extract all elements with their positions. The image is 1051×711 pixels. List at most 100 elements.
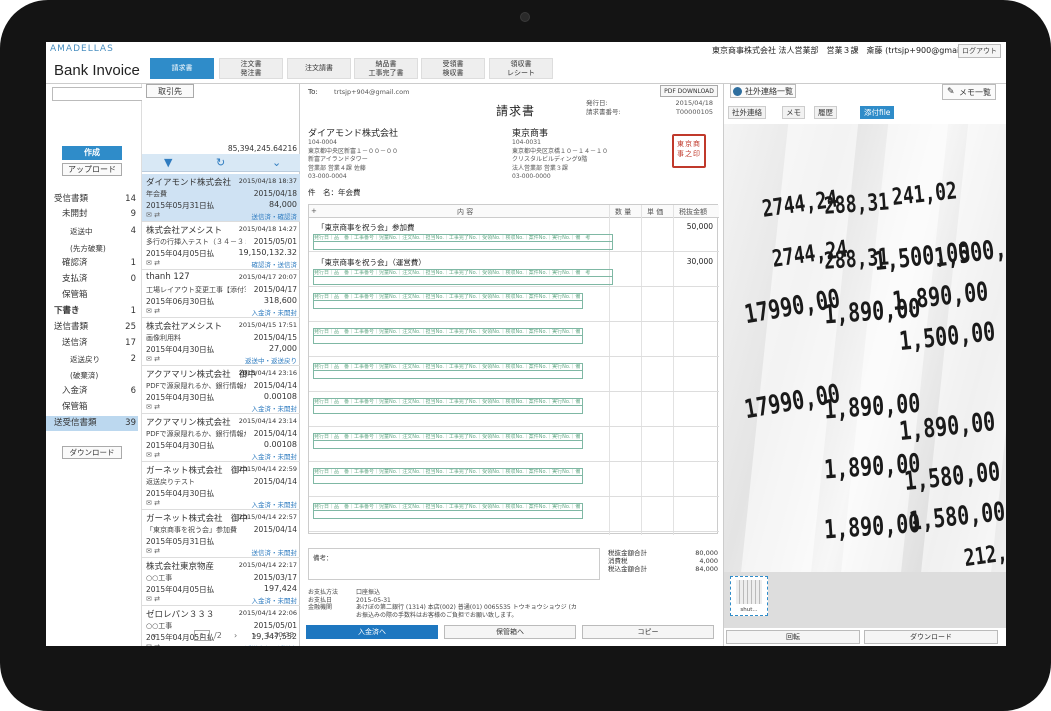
- folder-count: 6: [130, 386, 136, 396]
- attachment-tab[interactable]: 添付file: [860, 106, 895, 119]
- upload-button[interactable]: アップロード: [62, 163, 122, 176]
- line-item-row[interactable]: 発行日｜品 番｜工事番号｜児童No.｜注文No.｜担当No.｜工事完了No.｜受…: [309, 324, 719, 357]
- last-page-icon[interactable]: »: [252, 631, 257, 640]
- code-values[interactable]: [313, 242, 613, 250]
- refresh-icon[interactable]: ↻: [216, 156, 225, 169]
- rotate-button[interactable]: 回転: [726, 630, 860, 644]
- remarks-box[interactable]: 備考：: [308, 548, 600, 580]
- folder-item[interactable]: 送信書類 25: [46, 320, 138, 335]
- line-item-row[interactable]: 発行日｜品 番｜工事番号｜児童No.｜注文No.｜担当No.｜工事完了No.｜受…: [309, 429, 719, 462]
- folder-item[interactable]: 返送中 4: [46, 224, 138, 239]
- folder-item[interactable]: 支払済 0: [46, 272, 138, 287]
- code-fields[interactable]: 発行日｜品 番｜工事番号｜児童No.｜注文No.｜担当No.｜工事完了No.｜受…: [313, 328, 583, 336]
- logout-button[interactable]: ログアウト: [958, 44, 1001, 58]
- add-row-icon[interactable]: +: [311, 207, 317, 215]
- folder-item[interactable]: 未開封 9: [46, 207, 138, 222]
- attachment-tab[interactable]: メモ: [782, 106, 805, 119]
- line-item-row[interactable]: 発行日｜品 番｜工事番号｜児童No.｜注文No.｜担当No.｜工事完了No.｜受…: [309, 289, 719, 322]
- folder-count: 0: [130, 274, 136, 284]
- code-fields[interactable]: 発行日｜品 番｜工事番号｜児童No.｜注文No.｜担当No.｜工事完了No.｜受…: [313, 269, 613, 277]
- doc-type-tab[interactable]: 納品書 工事完了書: [354, 58, 418, 79]
- line-item-row[interactable]: 発行日｜品 番｜工事番号｜児童No.｜注文No.｜担当No.｜工事完了No.｜受…: [309, 359, 719, 392]
- recipient-button[interactable]: 取引先: [146, 84, 194, 98]
- code-values[interactable]: [313, 277, 613, 285]
- list-item[interactable]: ダイアモンド株式会社 2015/04/18 18:37 年会費 2015/04/18 2…: [142, 174, 300, 222]
- list-item[interactable]: 株式会社アメシスト 2015/04/15 17:51 画像利用料 2015/04/15…: [142, 318, 300, 366]
- attachment-tab[interactable]: 社外連絡: [728, 106, 766, 119]
- external-contact-button[interactable]: 社外連絡一覧: [730, 84, 796, 98]
- code-fields[interactable]: 発行日｜品 番｜工事番号｜児童No.｜注文No.｜担当No.｜工事完了No.｜受…: [313, 433, 583, 441]
- folder-item[interactable]: (破棄済): [46, 368, 138, 383]
- list-item[interactable]: ガーネット株式会社 御中 2015/04/14 22:57 「東京商事を祝う会」参加…: [142, 510, 300, 558]
- prev-page-icon[interactable]: ‹: [172, 631, 175, 640]
- item-status: 入金済・未開封: [251, 405, 298, 413]
- item-subject: 多行の行挿入テスト（３４－３５...: [146, 238, 246, 246]
- folder-item[interactable]: 受信書類 14: [46, 192, 138, 207]
- invoice-title: 請求書: [496, 104, 536, 118]
- download-button[interactable]: ダウンロード: [62, 446, 122, 459]
- item-dt: 2015/04/18 18:37: [238, 177, 297, 185]
- item-due: 2015年04月30日払: [146, 393, 215, 402]
- code-values[interactable]: [313, 406, 583, 414]
- bill-to-company: ダイアモンド株式会社: [308, 129, 399, 139]
- list-item[interactable]: 株式会社東京物産 2015/04/14 22:17 ○○工事 2015/03/17 20…: [142, 558, 300, 606]
- doc-type-tab[interactable]: 領収書 レシート: [489, 58, 553, 79]
- line-item-row[interactable]: 「東京商事を祝う会」（運営費） 30,000 発行日｜品 番｜工事番号｜児童No.｜…: [309, 254, 719, 287]
- folder-item[interactable]: 保管箱: [46, 400, 138, 415]
- list-item[interactable]: アクアマリン株式会社 2015/04/14 23:14 PDFで源泉隠れるか、銀行情…: [142, 414, 300, 462]
- attachment-thumbnail[interactable]: shut...: [730, 576, 768, 616]
- folder-item[interactable]: 入金済 6: [46, 384, 138, 399]
- item-amount: 197,424: [263, 584, 297, 593]
- create-button[interactable]: 作成: [62, 146, 122, 160]
- list-item[interactable]: アクアマリン株式会社 御中 2015/04/14 23:16 PDFで源泉隠れるか、…: [142, 366, 300, 414]
- pdf-download-button[interactable]: PDF DOWNLOAD: [660, 85, 718, 97]
- copy-button[interactable]: コピー: [582, 625, 714, 639]
- code-fields[interactable]: 発行日｜品 番｜工事番号｜児童No.｜注文No.｜担当No.｜工事完了No.｜受…: [313, 234, 613, 242]
- doc-type-tab[interactable]: 請求書: [150, 58, 214, 79]
- folder-item[interactable]: 送信済 17: [46, 336, 138, 351]
- folder-item[interactable]: 下書き 1: [46, 304, 138, 319]
- item-subject: ○○工事: [146, 574, 173, 582]
- archive-button[interactable]: 保管箱へ: [444, 625, 576, 639]
- line-item-row[interactable]: 発行日｜品 番｜工事番号｜児童No.｜注文No.｜担当No.｜工事完了No.｜受…: [309, 394, 719, 427]
- code-fields[interactable]: 発行日｜品 番｜工事番号｜児童No.｜注文No.｜担当No.｜工事完了No.｜受…: [313, 363, 583, 371]
- code-fields[interactable]: 発行日｜品 番｜工事番号｜児童No.｜注文No.｜担当No.｜工事完了No.｜受…: [313, 468, 583, 476]
- memo-list-button[interactable]: ✎ メモ一覧: [942, 84, 996, 100]
- item-dt: 2015/04/14 23:14: [238, 417, 297, 425]
- line-item-row[interactable]: 「東京商事を祝う会」参加費 50,000 発行日｜品 番｜工事番号｜児童No.｜注文…: [309, 219, 719, 252]
- list-item[interactable]: ガーネット株式会社 御中 2015/04/14 22:59 返送戻りテスト 2015/…: [142, 462, 300, 510]
- top-bar: AMADELLAS Bank Invoice 東京商事株式会社 法人営業部 営業…: [46, 42, 1006, 84]
- list-item[interactable]: thanh 1272015/04/17 20:07工場レイアウト変更工事【添付写…: [142, 270, 300, 318]
- doc-type-tab[interactable]: 注文請書: [287, 58, 351, 79]
- page-number-input[interactable]: 1: [194, 630, 210, 641]
- total-label: 税抜金額合計: [608, 549, 647, 557]
- code-values[interactable]: [313, 511, 583, 519]
- next-page-icon[interactable]: ›: [234, 631, 237, 640]
- code-values[interactable]: [313, 441, 583, 449]
- filter-icon[interactable]: ▼: [164, 156, 172, 169]
- code-values[interactable]: [313, 336, 583, 344]
- folder-item[interactable]: 確認済 1: [46, 256, 138, 271]
- attachment-tab[interactable]: 履歴: [814, 106, 837, 119]
- folder-item[interactable]: 送受信書類 39: [46, 416, 138, 431]
- code-values[interactable]: [313, 371, 583, 379]
- mark-paid-button[interactable]: 入金済へ: [306, 625, 438, 639]
- attachment-download-button[interactable]: ダウンロード: [864, 630, 998, 644]
- first-page-icon[interactable]: «: [152, 631, 157, 640]
- chevron-down-icon[interactable]: ⌄: [272, 156, 281, 169]
- list-item[interactable]: 株式会社アメシスト2015/04/18 14:27多行の行挿入テスト（３４－３５…: [142, 222, 300, 270]
- doc-type-tab[interactable]: 注文書 発注書: [219, 58, 283, 79]
- folder-item[interactable]: (先方破棄): [46, 241, 138, 256]
- code-fields[interactable]: 発行日｜品 番｜工事番号｜児童No.｜注文No.｜担当No.｜工事完了No.｜受…: [313, 503, 583, 511]
- folder-item[interactable]: 返送戻り 2: [46, 352, 138, 367]
- code-values[interactable]: [313, 476, 583, 484]
- doc-type-tab[interactable]: 受領書 検収書: [421, 58, 485, 79]
- code-fields[interactable]: 発行日｜品 番｜工事番号｜児童No.｜注文No.｜担当No.｜工事完了No.｜受…: [313, 293, 583, 301]
- code-fields[interactable]: 発行日｜品 番｜工事番号｜児童No.｜注文No.｜担当No.｜工事完了No.｜受…: [313, 398, 583, 406]
- folder-item[interactable]: 保管箱: [46, 288, 138, 303]
- code-values[interactable]: [313, 301, 583, 309]
- line-item-row[interactable]: 発行日｜品 番｜工事番号｜児童No.｜注文No.｜担当No.｜工事完了No.｜受…: [309, 499, 719, 532]
- item-date2: 2015/04/14: [253, 525, 297, 534]
- item-dt: 2015/04/18 14:27: [238, 225, 297, 233]
- line-item-row[interactable]: 発行日｜品 番｜工事番号｜児童No.｜注文No.｜担当No.｜工事完了No.｜受…: [309, 464, 719, 497]
